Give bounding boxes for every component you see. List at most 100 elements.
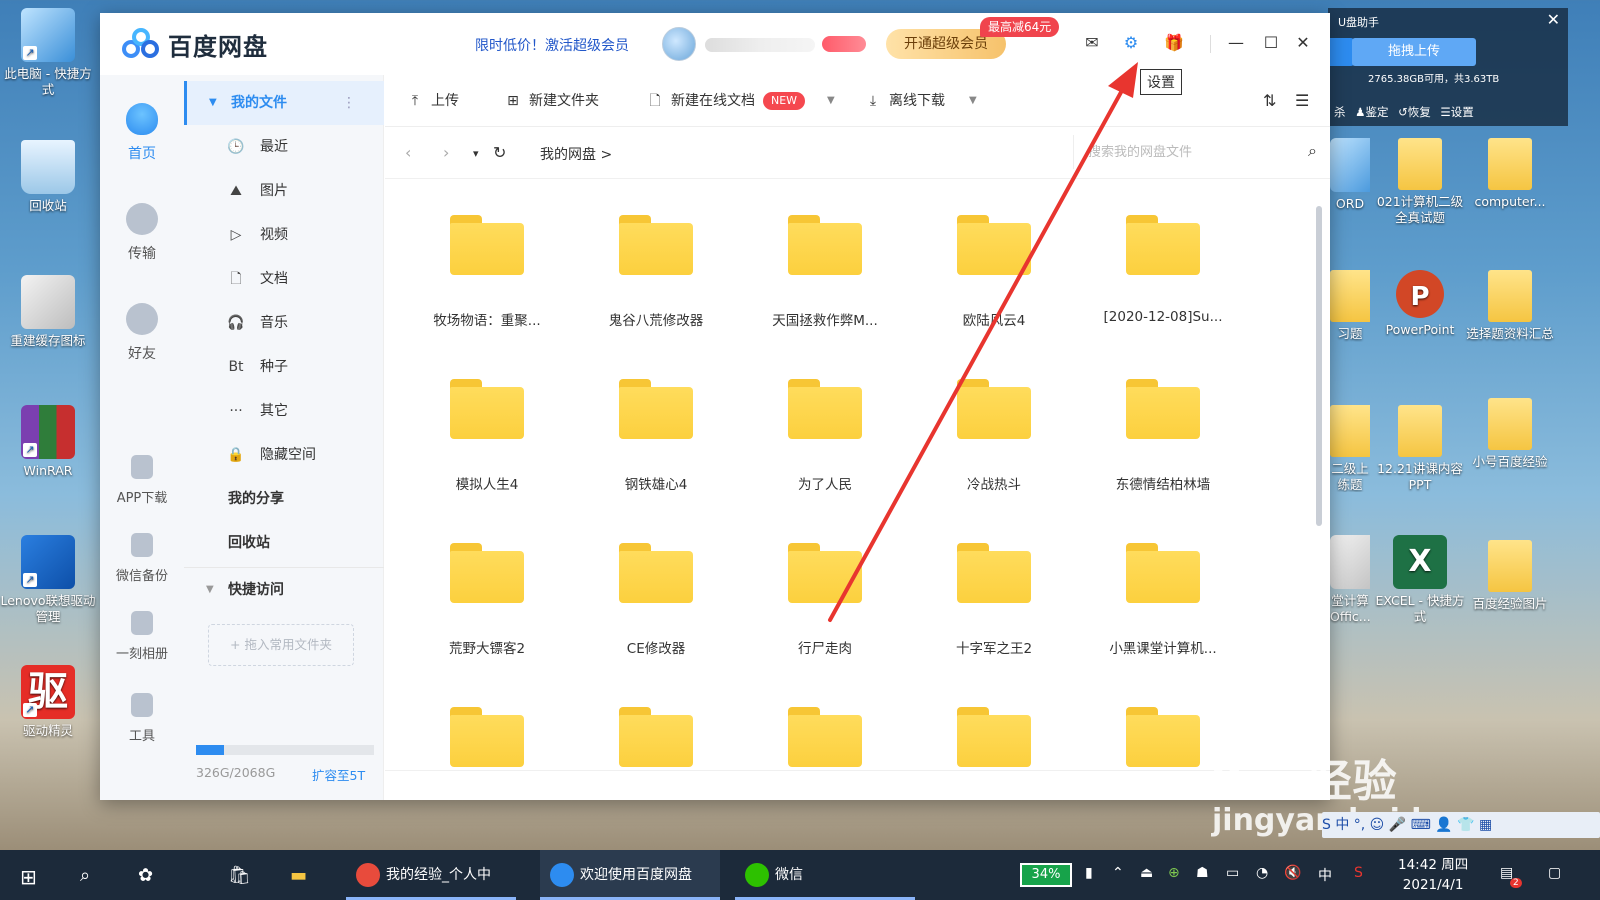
show-desktop-icon[interactable]: ▢ <box>1548 865 1561 881</box>
nav-category-item[interactable]: ⛰ 图片 <box>184 169 384 213</box>
search-input[interactable] <box>1088 141 1278 163</box>
forward-arrow-icon[interactable]: › <box>443 143 449 162</box>
clock[interactable]: 14:42 周四 2021/4/1 <box>1398 855 1468 895</box>
settings-gear-icon[interactable]: ⚙ <box>1121 33 1141 53</box>
chevron-down-icon[interactable]: ▼ <box>969 91 977 111</box>
drop-common-folder-zone[interactable]: + 拖入常用文件夹 <box>208 624 354 666</box>
folder-item[interactable]: 小黑课堂计算机... <box>1079 543 1247 657</box>
widget-actions[interactable]: 杀 ♟鉴定 ↺恢复 ☰设置 <box>1334 104 1474 120</box>
chevron-up-icon[interactable]: ⌃ <box>1112 865 1124 881</box>
new-folder-button[interactable]: ⊞ 新建文件夹 <box>503 91 599 111</box>
desktop-icon[interactable]: 百度经验图片 <box>1462 540 1558 612</box>
folder-item[interactable]: 天国拯救作弊M... <box>741 215 909 329</box>
nav-category-item[interactable]: 🕒 最近 <box>184 125 384 169</box>
folder-item[interactable]: 鬼谷八荒修改器 <box>572 215 740 329</box>
upload-button[interactable]: ⤒ 上传 <box>405 91 459 111</box>
folder-item[interactable]: CE修改器 <box>572 543 740 657</box>
expand-storage-link[interactable]: 扩容至5T <box>312 765 365 784</box>
desktop-icon[interactable]: 回收站 <box>0 140 96 214</box>
desktop-icon[interactable]: computer... <box>1462 138 1558 210</box>
minimize-icon[interactable]: — <box>1226 33 1246 53</box>
input-language[interactable]: 中 <box>1318 865 1332 885</box>
desktop-icon[interactable]: ↗ 此电脑 - 快捷方式 <box>0 8 96 97</box>
scrollbar-thumb[interactable] <box>1316 206 1322 526</box>
folder-item[interactable] <box>741 707 909 770</box>
desktop-icon[interactable]: 021计算机二级全真试题 <box>1372 138 1468 225</box>
nav-category-item[interactable]: 🗋 文档 <box>184 257 384 301</box>
ime-toolbar[interactable]: S 中 °, ☺ 🎤 ⌨ 👤 👕 ▦ <box>1322 812 1600 838</box>
sogou-ime-icon[interactable]: S <box>1354 865 1363 881</box>
folder-item[interactable]: 行尸走肉 <box>741 543 909 657</box>
taskbar-app[interactable]: 微信 <box>735 850 915 900</box>
folder-item[interactable]: 钢铁雄心4 <box>572 379 740 493</box>
folder-item[interactable] <box>910 707 1078 770</box>
desktop-icon[interactable]: 选择题资料汇总 <box>1462 270 1558 342</box>
search-icon[interactable]: ⌕ <box>80 865 90 886</box>
breadcrumb[interactable]: 我的网盘 > <box>540 144 612 164</box>
file-explorer-icon[interactable]: ▬ <box>290 865 307 886</box>
desktop-icon[interactable]: 二级上 练题 <box>1330 405 1370 492</box>
desktop-icon[interactable]: 12.21讲课内容PPT <box>1372 405 1468 492</box>
usb-icon[interactable]: ⏏ <box>1140 865 1153 881</box>
rail-item[interactable]: 工具 <box>100 693 184 744</box>
desktop-icon[interactable]: 重建缓存图标 <box>0 275 96 349</box>
nav-category-item[interactable]: 🔒 隐藏空间 <box>184 433 384 477</box>
chevron-down-icon[interactable]: ▼ <box>827 91 835 111</box>
rail-item[interactable]: 首页 <box>100 103 184 163</box>
volume-muted-icon[interactable]: 🔇 <box>1284 865 1301 881</box>
mail-icon[interactable]: ✉ <box>1082 33 1102 53</box>
close-icon[interactable]: ✕ <box>1293 33 1313 53</box>
tray-app-icon[interactable]: ⊕ <box>1168 865 1180 881</box>
nav-recycle-bin[interactable]: 回收站 <box>184 521 384 565</box>
battery-indicator[interactable]: 34% <box>1020 863 1072 887</box>
more-icon[interactable]: ⋮ <box>342 81 356 125</box>
widget-close-icon[interactable]: ✕ <box>1547 10 1560 29</box>
nav-category-item[interactable]: ··· 其它 <box>184 389 384 433</box>
folder-item[interactable]: 牧场物语：重聚... <box>403 215 571 329</box>
rail-item[interactable]: 传输 <box>100 203 184 263</box>
power-icon[interactable]: ▭ <box>1226 865 1239 881</box>
desktop-icon[interactable]: 习题 <box>1330 270 1370 342</box>
desktop-icon[interactable]: P PowerPoint <box>1372 270 1468 338</box>
folder-item[interactable] <box>572 707 740 770</box>
new-online-doc-button[interactable]: 🗋 新建在线文档 NEW <box>645 91 806 111</box>
list-view-icon[interactable]: ☰ <box>1295 91 1309 110</box>
scrollbar[interactable] <box>1314 198 1324 763</box>
desktop-icon[interactable]: 驱 ↗ 驱动精灵 <box>0 665 96 739</box>
nav-category-item[interactable]: 🎧 音乐 <box>184 301 384 345</box>
tray-battery-icon[interactable]: ▮ <box>1085 865 1093 881</box>
desktop-icon[interactable]: ↗ WinRAR <box>0 405 96 479</box>
search-icon[interactable]: ⌕ <box>1308 141 1317 161</box>
folder-item[interactable]: [2020-12-08]Su... <box>1079 215 1247 325</box>
folder-item[interactable]: 十字军之王2 <box>910 543 1078 657</box>
nav-category-item[interactable]: ▷ 视频 <box>184 213 384 257</box>
back-arrow-icon[interactable]: ‹ <box>405 143 411 162</box>
taskbar-app[interactable]: 我的经验_个人中心... <box>346 850 516 900</box>
gift-icon[interactable]: 🎁 <box>1164 33 1184 53</box>
desktop-icon[interactable]: X EXCEL - 快捷方式 <box>1372 535 1468 624</box>
history-dropdown-icon[interactable]: ▾ <box>473 147 479 160</box>
drag-upload-button[interactable]: 拖拽上传 <box>1352 38 1476 66</box>
rail-item[interactable]: 一刻相册 <box>100 611 184 662</box>
promo-link[interactable]: 限时低价！激活超级会员 <box>475 35 629 55</box>
store-icon[interactable]: 🛍 <box>228 865 251 886</box>
nav-my-files[interactable]: ▼ 我的文件 ⋮ <box>184 81 384 125</box>
maximize-icon[interactable]: ☐ <box>1261 33 1281 53</box>
refresh-icon[interactable]: ↻ <box>493 143 506 162</box>
folder-item[interactable]: 荒野大镖客2 <box>403 543 571 657</box>
rail-item[interactable]: 微信备份 <box>100 533 184 584</box>
folder-item[interactable]: 东德情结柏林墙 <box>1079 379 1247 493</box>
desktop-icon[interactable]: ORD <box>1330 138 1370 212</box>
nav-quick-access[interactable]: ▼ 快捷访问 <box>184 567 384 611</box>
taskbar-app[interactable]: 欢迎使用百度网盘 <box>540 850 720 900</box>
rail-item[interactable]: 好友 <box>100 303 184 363</box>
desktop-icon[interactable]: ↗ Lenovo联想驱动管理 <box>0 535 96 624</box>
folder-item[interactable]: 为了人民 <box>741 379 909 493</box>
windows-start-icon[interactable]: ⊞ <box>20 865 37 889</box>
folder-item[interactable]: 欧陆风云4 <box>910 215 1078 329</box>
nav-my-share[interactable]: 我的分享 <box>184 477 384 521</box>
desktop-icon[interactable]: 小号百度经验 <box>1462 398 1558 470</box>
folder-item[interactable]: 模拟人生4 <box>403 379 571 493</box>
offline-download-button[interactable]: ⤓ 离线下载 <box>863 91 945 111</box>
nav-category-item[interactable]: Bt 种子 <box>184 345 384 389</box>
